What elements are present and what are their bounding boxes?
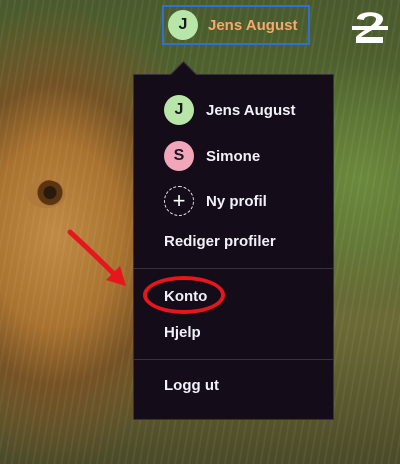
tv2-logo[interactable]: [352, 6, 388, 46]
menu-item-label: Ny profil: [206, 192, 267, 210]
tv2-logo-icon: [352, 12, 388, 43]
plus-icon: +: [164, 186, 194, 216]
menu-item-label: Jens August: [206, 101, 296, 119]
avatar: S: [164, 141, 194, 171]
profile-name: Jens August: [208, 16, 298, 34]
menu-item-label: Simone: [206, 147, 261, 165]
profile-dropdown-menu: J Jens August S Simone + Ny profil Redig…: [133, 74, 334, 420]
menu-item-account[interactable]: Konto: [164, 288, 207, 305]
avatar: J: [168, 10, 198, 40]
lion-eye-decoration: [26, 180, 66, 208]
avatar: J: [164, 95, 194, 125]
profile-menu-button[interactable]: J Jens August: [162, 5, 310, 45]
menu-item-new-profile[interactable]: + Ny profil: [164, 186, 267, 216]
menu-item-profile-simone[interactable]: S Simone: [164, 141, 260, 171]
menu-item-edit-profiles[interactable]: Rediger profiler: [164, 233, 276, 250]
menu-divider: [134, 359, 333, 360]
menu-item-profile-jens[interactable]: J Jens August: [164, 95, 295, 125]
menu-divider: [134, 268, 333, 269]
menu-item-logout[interactable]: Logg ut: [164, 377, 219, 394]
menu-item-help[interactable]: Hjelp: [164, 324, 201, 341]
